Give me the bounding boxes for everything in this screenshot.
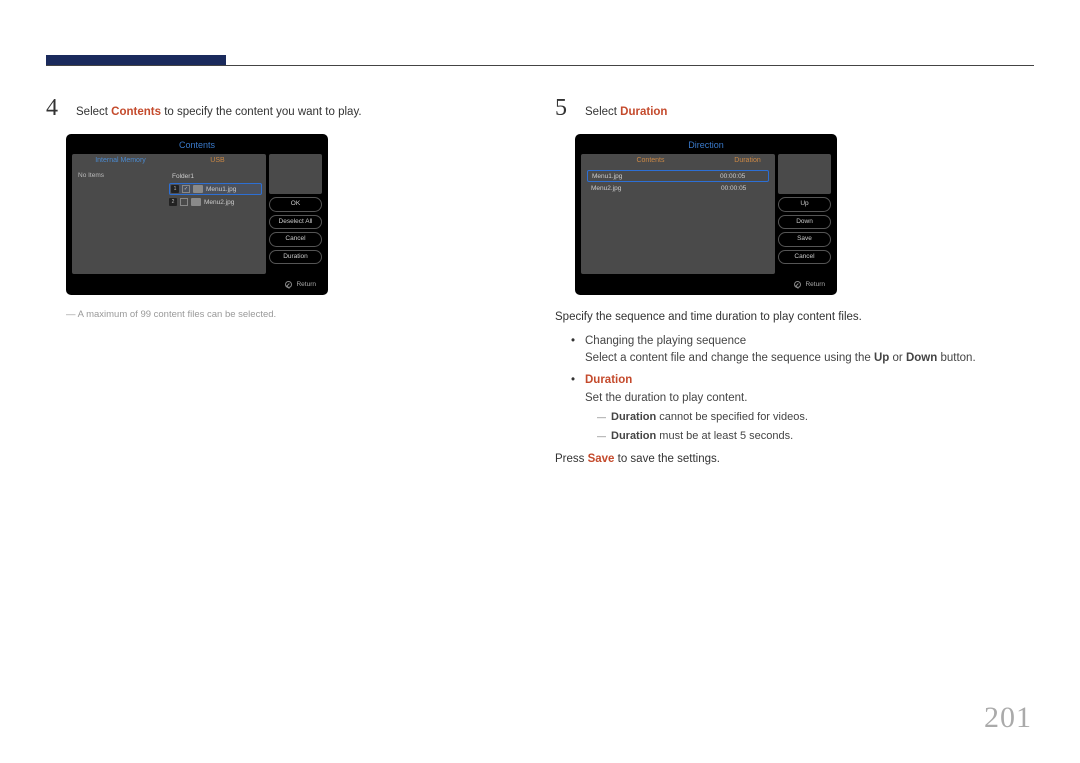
folder-row[interactable]: Folder1 [169, 170, 262, 182]
folder-label: Folder1 [172, 173, 194, 180]
contents-screen: Contents Internal Memory USB No Items Fo… [66, 134, 328, 295]
header-divider [46, 65, 1034, 66]
return-icon[interactable] [794, 281, 801, 288]
page-number: 201 [984, 701, 1032, 735]
press-save-text: Press Save to save the settings. [555, 451, 1034, 469]
main-panel: Contents Duration Menu1.jpg 00:00:05 Men… [581, 154, 775, 274]
return-bar: Return [68, 278, 326, 293]
thumbnail-icon [193, 185, 203, 193]
preview-box [269, 154, 322, 194]
file-name: Menu2.jpg [204, 199, 234, 206]
text: Select [76, 106, 111, 118]
save-button[interactable]: Save [778, 232, 831, 247]
content-columns: 4 Select Contents to specify the content… [46, 95, 1034, 475]
col-contents: Contents [581, 154, 720, 167]
step-number: 5 [555, 95, 573, 122]
col-internal-memory[interactable]: Internal Memory [72, 154, 169, 167]
dash-item: Duration must be at least 5 seconds. [597, 428, 1034, 445]
bullet-list: Changing the playing sequence Select a c… [571, 333, 1034, 445]
left-column: 4 Select Contents to specify the content… [46, 95, 525, 475]
bold-up: Up [874, 352, 889, 364]
step-4: 4 Select Contents to specify the content… [46, 95, 525, 122]
text: Select a content file and change the seq… [585, 352, 874, 364]
file-name: Menu1.jpg [206, 186, 236, 193]
col-duration: Duration [720, 154, 775, 167]
dash-item: Duration cannot be specified for videos. [597, 409, 1034, 426]
step-5: 5 Select Duration [555, 95, 1034, 122]
bold: Duration [611, 411, 656, 423]
bullet-title-hl: Duration [585, 374, 632, 386]
step-text: Select Duration [585, 104, 667, 120]
deselect-all-button[interactable]: Deselect All [269, 215, 322, 230]
screen-body: Contents Duration Menu1.jpg 00:00:05 Men… [577, 154, 835, 278]
header-accent [46, 55, 226, 65]
text: or [889, 352, 906, 364]
ok-button[interactable]: OK [269, 197, 322, 212]
highlight-contents: Contents [111, 106, 161, 118]
column-headers: Internal Memory USB [72, 154, 266, 167]
text: Select [585, 106, 620, 118]
screen-title: Contents [68, 136, 326, 154]
cancel-button[interactable]: Cancel [269, 232, 322, 247]
text: to save the settings. [614, 453, 719, 465]
no-items-label: No Items [78, 172, 104, 179]
right-column: 5 Select Duration Direction Contents Dur… [555, 95, 1034, 475]
text: Set the duration to play content. [585, 392, 747, 404]
note-text: A maximum of 99 content files can be sel… [78, 309, 277, 320]
item-name: Menu1.jpg [588, 173, 720, 180]
bold-down: Down [906, 352, 937, 364]
col-usb[interactable]: USB [169, 154, 266, 167]
direction-screen: Direction Contents Duration Menu1.jpg 00… [575, 134, 837, 295]
screen-body: Internal Memory USB No Items Folder1 1 ✓ [68, 154, 326, 278]
item-duration: 00:00:05 [720, 173, 768, 180]
bullet-duration: Duration Set the duration to play conten… [571, 372, 1034, 445]
text: Press [555, 453, 588, 465]
main-panel: Internal Memory USB No Items Folder1 1 ✓ [72, 154, 266, 274]
return-bar: Return [577, 278, 835, 293]
file-list: Folder1 1 ✓ Menu1.jpg 2 Menu2.jpg [169, 170, 262, 209]
direction-list: Menu1.jpg 00:00:05 Menu2.jpg 00:00:05 [587, 170, 769, 194]
highlight-duration: Duration [620, 106, 667, 118]
dash-list: Duration cannot be specified for videos.… [597, 409, 1034, 445]
cancel-button[interactable]: Cancel [778, 250, 831, 265]
list-item-selected[interactable]: Menu1.jpg 00:00:05 [587, 170, 769, 182]
duration-button[interactable]: Duration [269, 250, 322, 265]
bold: Duration [611, 430, 656, 442]
down-button[interactable]: Down [778, 215, 831, 230]
side-panel: Up Down Save Cancel [778, 154, 831, 274]
side-panel: OK Deselect All Cancel Duration [269, 154, 322, 274]
step-text: Select Contents to specify the content y… [76, 104, 362, 120]
item-duration: 00:00:05 [721, 185, 769, 192]
step-number: 4 [46, 95, 64, 122]
file-index: 2 [169, 198, 177, 206]
checkbox-icon[interactable] [180, 198, 188, 206]
highlight-save: Save [588, 453, 615, 465]
intro-text: Specify the sequence and time duration t… [555, 309, 1034, 327]
checkbox-icon[interactable]: ✓ [182, 185, 190, 193]
thumbnail-icon [191, 198, 201, 206]
list-item[interactable]: Menu2.jpg 00:00:05 [587, 182, 769, 194]
text: button. [937, 352, 975, 364]
text: cannot be specified for videos. [656, 411, 808, 423]
file-row-selected[interactable]: 1 ✓ Menu1.jpg [169, 183, 262, 195]
return-icon[interactable] [285, 281, 292, 288]
text: to specify the content you want to play. [161, 106, 362, 118]
column-headers: Contents Duration [581, 154, 775, 167]
item-name: Menu2.jpg [587, 185, 721, 192]
screen-title: Direction [577, 136, 835, 154]
footnote: A maximum of 99 content files can be sel… [66, 309, 525, 320]
return-label: Return [805, 281, 825, 288]
file-index: 1 [171, 185, 179, 193]
preview-box [778, 154, 831, 194]
bullet-title: Changing the playing sequence [585, 335, 746, 347]
bullet-sequence: Changing the playing sequence Select a c… [571, 333, 1034, 368]
text: must be at least 5 seconds. [656, 430, 793, 442]
file-row[interactable]: 2 Menu2.jpg [169, 196, 262, 208]
return-label: Return [296, 281, 316, 288]
up-button[interactable]: Up [778, 197, 831, 212]
